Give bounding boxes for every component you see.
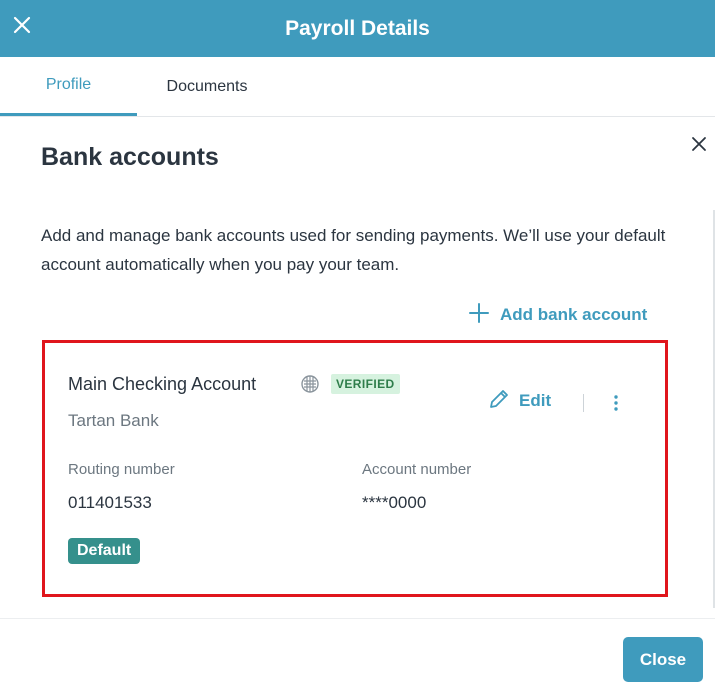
tab-bar: Profile Documents — [0, 57, 715, 117]
add-bank-account-label: Add bank account — [500, 305, 648, 324]
account-number-label: Account number — [362, 461, 472, 478]
account-number-value: ****0000 — [362, 493, 427, 512]
close-icon[interactable] — [10, 13, 34, 37]
app-header: Payroll Details — [0, 0, 715, 57]
section-description: Add and manage bank accounts used for se… — [41, 226, 666, 274]
verified-badge: VERIFIED — [331, 374, 400, 394]
bank-account-card: Main Checking Account VERIFIED Tartan Ba… — [42, 340, 668, 597]
plus-icon — [468, 302, 490, 329]
edit-button[interactable]: Edit — [488, 389, 551, 413]
bank-logo-icon — [300, 374, 320, 394]
more-options-icon[interactable] — [608, 391, 624, 415]
section-title: Bank accounts — [41, 143, 219, 171]
pencil-icon — [488, 388, 510, 415]
edit-label: Edit — [519, 391, 552, 410]
add-bank-account-button[interactable]: Add bank account — [468, 302, 647, 328]
close-button[interactable]: Close — [623, 637, 703, 682]
panel-close-icon[interactable] — [686, 131, 712, 157]
page-title: Payroll Details — [285, 16, 430, 40]
footer-bar — [0, 618, 715, 689]
default-badge: Default — [68, 538, 141, 564]
routing-number-label: Routing number — [68, 461, 175, 478]
bank-name: Tartan Bank — [68, 411, 159, 430]
tab-documents[interactable]: Documents — [137, 57, 277, 116]
divider — [583, 394, 584, 412]
tab-profile[interactable]: Profile — [0, 57, 137, 116]
routing-number-value: 011401533 — [68, 493, 152, 512]
account-name: Main Checking Account — [68, 374, 257, 394]
